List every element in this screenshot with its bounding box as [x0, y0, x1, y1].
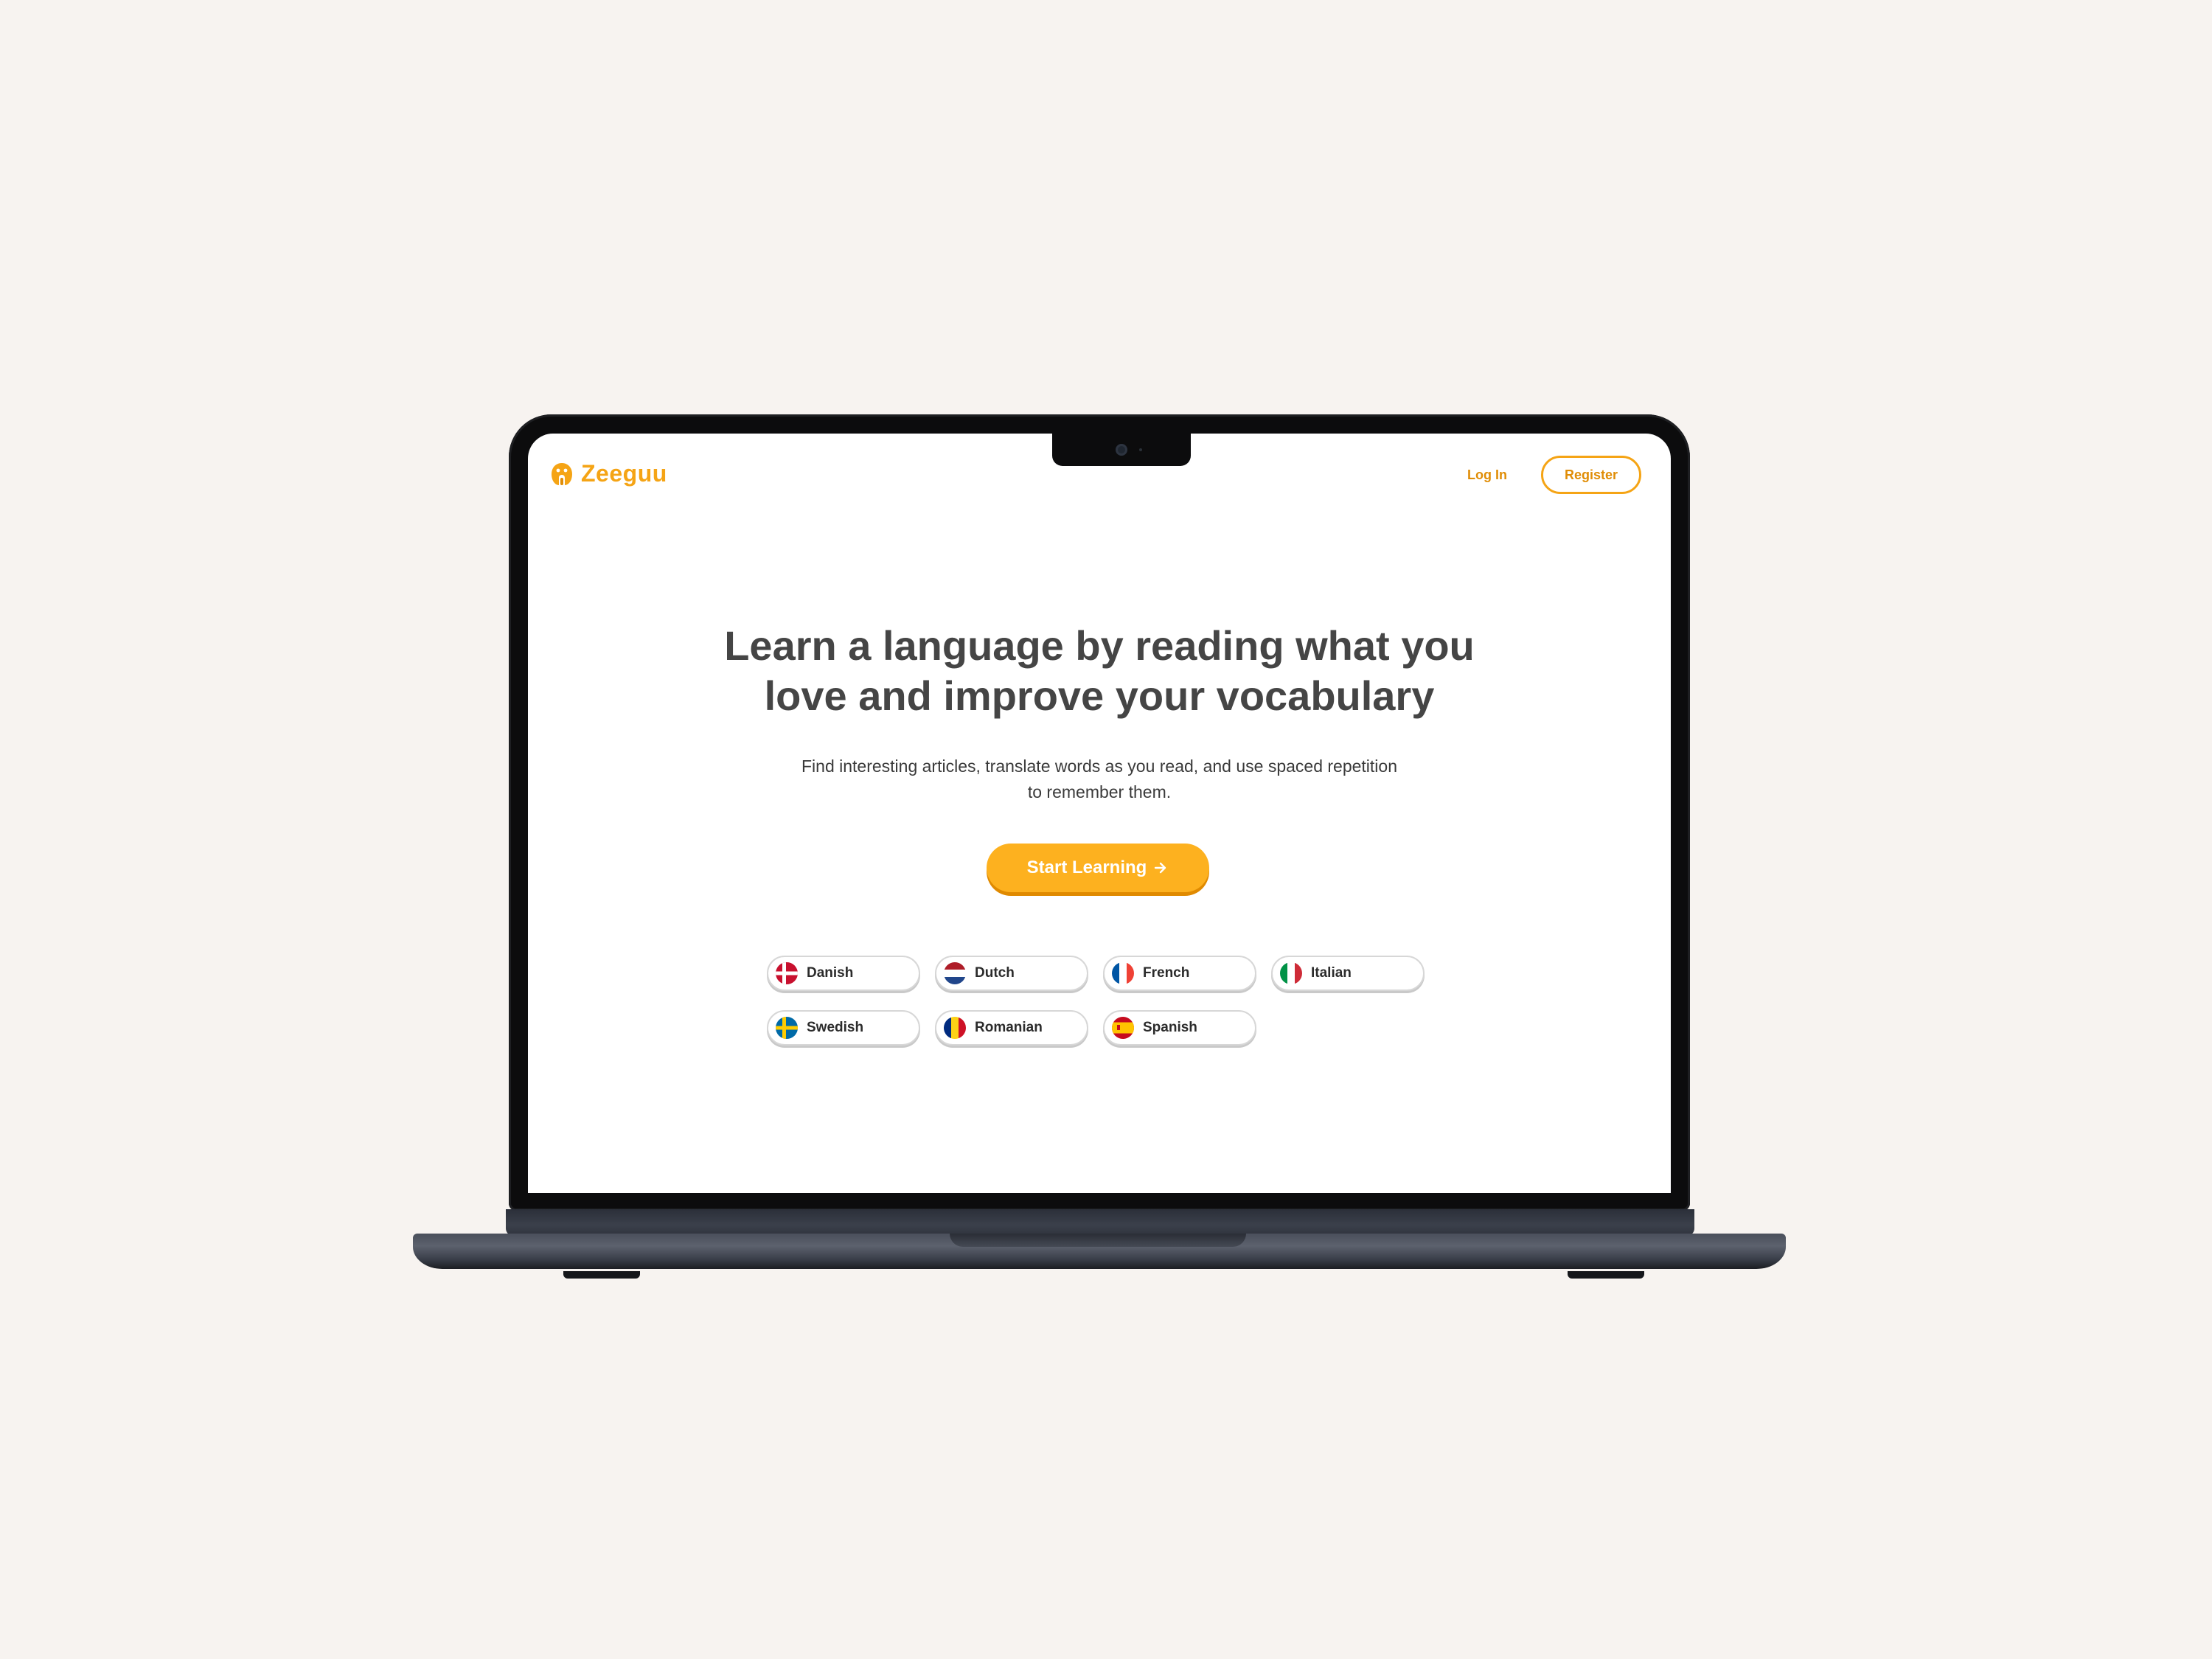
laptop-opening-notch — [950, 1234, 1246, 1247]
language-option-danish[interactable]: Danish — [767, 956, 920, 991]
spain-flag-icon — [1112, 1017, 1134, 1039]
hero-subtitle: Find interesting articles, translate wor… — [731, 754, 1468, 805]
language-label: Swedish — [807, 1020, 864, 1035]
camera-icon — [1116, 444, 1127, 456]
language-option-spanish[interactable]: Spanish — [1103, 1010, 1256, 1046]
language-option-swedish[interactable]: Swedish — [767, 1010, 920, 1046]
laptop-screen: Zeeguu Log In Register Learn a language … — [528, 434, 1671, 1193]
language-label: Romanian — [975, 1020, 1043, 1035]
language-label: Dutch — [975, 965, 1015, 981]
romania-flag-icon — [944, 1017, 966, 1039]
laptop-foot-right — [1568, 1271, 1644, 1279]
language-option-french[interactable]: French — [1103, 956, 1256, 991]
camera-notch — [1052, 434, 1191, 466]
start-learning-button[interactable]: Start Learning — [987, 844, 1209, 892]
start-learning-label: Start Learning — [1026, 858, 1147, 877]
hero-title-line-2: love and improve your vocabulary — [764, 672, 1435, 719]
denmark-flag-icon — [776, 962, 798, 984]
login-link[interactable]: Log In — [1467, 467, 1507, 483]
hero-subtitle-line-1: Find interesting articles, translate wor… — [801, 757, 1397, 776]
language-option-romanian[interactable]: Romanian — [935, 1010, 1088, 1046]
hero-subtitle-line-2: to remember them. — [1027, 782, 1172, 801]
hero-title: Learn a language by reading what you lov… — [657, 621, 1542, 721]
register-button[interactable]: Register — [1541, 456, 1641, 494]
arrow-right-icon — [1152, 860, 1169, 876]
italy-flag-icon — [1280, 962, 1302, 984]
hero-title-line-1: Learn a language by reading what you — [724, 622, 1475, 669]
laptop-foot-left — [563, 1271, 640, 1279]
laptop-base — [413, 1234, 1786, 1269]
camera-light — [1139, 448, 1142, 451]
language-label: Danish — [807, 965, 854, 981]
language-label: French — [1143, 965, 1190, 981]
brand-home-link[interactable]: Zeeguu — [550, 460, 667, 487]
brand-name: Zeeguu — [581, 460, 667, 487]
zeeguu-logo-icon — [550, 462, 574, 487]
france-flag-icon — [1112, 962, 1134, 984]
laptop-lid: Zeeguu Log In Register Learn a language … — [509, 414, 1690, 1211]
laptop-hinge — [506, 1209, 1694, 1236]
sweden-flag-icon — [776, 1017, 798, 1039]
netherlands-flag-icon — [944, 962, 966, 984]
language-option-dutch[interactable]: Dutch — [935, 956, 1088, 991]
language-label: Spanish — [1143, 1020, 1197, 1035]
language-label: Italian — [1311, 965, 1352, 981]
language-option-italian[interactable]: Italian — [1271, 956, 1425, 991]
